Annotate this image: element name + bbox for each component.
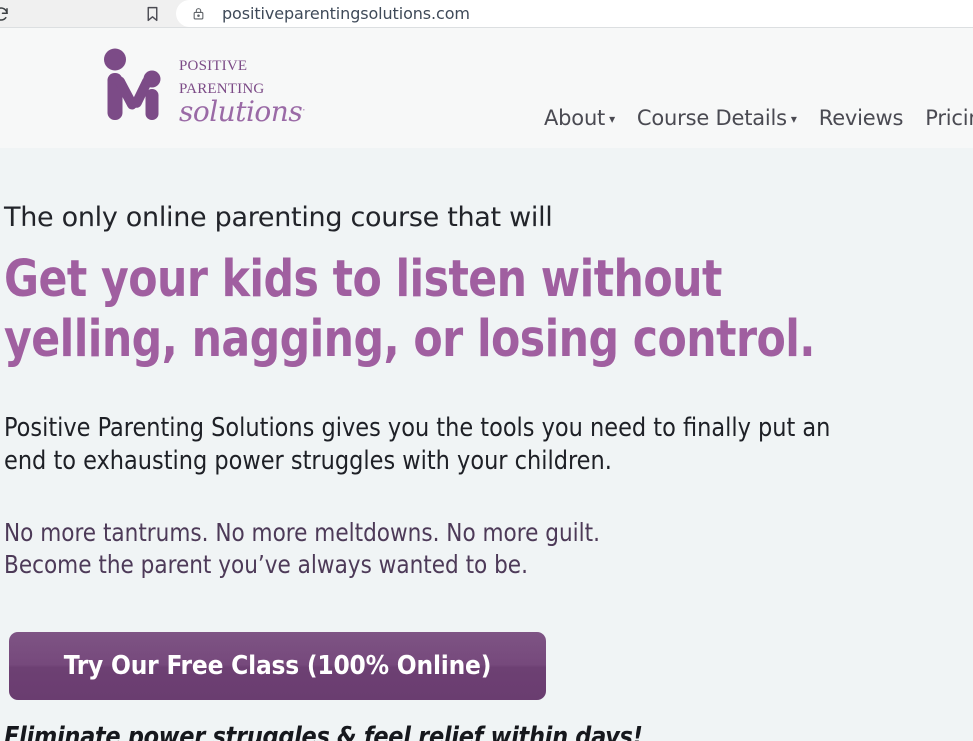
address-bar[interactable]: positiveparentingsolutions.com — [176, 0, 973, 27]
site-header: Positive Parenting solutions. About ▾ Co… — [0, 28, 973, 148]
cta-container: Try Our Free Class (100% Online) — [4, 631, 973, 700]
nav-label-reviews: Reviews — [818, 106, 904, 130]
browser-toolbar: positiveparentingsolutions.com — [0, 0, 973, 28]
nav-item-about[interactable]: About ▾ — [544, 106, 615, 130]
nav-item-pricing[interactable]: Pricing — [925, 106, 973, 130]
lock-icon — [190, 6, 206, 22]
reload-icon[interactable] — [0, 3, 10, 25]
bookmark-icon[interactable] — [144, 2, 161, 26]
nav-item-course-details[interactable]: Course Details ▾ — [637, 106, 797, 130]
main-navigation: About ▾ Course Details ▾ Reviews Pricing — [544, 106, 973, 130]
hero-sub-line-2: Become the parent you’ve always wanted t… — [4, 550, 528, 580]
nav-label-pricing: Pricing — [925, 106, 973, 130]
nav-item-reviews[interactable]: Reviews — [818, 106, 904, 130]
url-text: positiveparentingsolutions.com — [222, 4, 470, 23]
hero-sub-copy: No more tantrums. No more meltdowns. No … — [4, 517, 934, 582]
logo-trademark: . — [302, 102, 305, 114]
chevron-down-icon: ▾ — [790, 112, 797, 126]
chevron-down-icon: ▾ — [609, 112, 615, 126]
hero-sub-line-1: No more tantrums. No more meltdowns. No … — [4, 517, 600, 547]
logo-line-parenting: Parenting — [179, 73, 265, 98]
try-free-class-button[interactable]: Try Our Free Class (100% Online) — [9, 631, 546, 700]
nav-label-course-details: Course Details — [636, 106, 787, 130]
nav-label-about: About — [544, 106, 606, 130]
browser-left-icons — [0, 2, 158, 26]
site-logo[interactable]: Positive Parenting solutions. — [98, 47, 305, 131]
hero-body-copy: Positive Parenting Solutions gives you t… — [4, 413, 831, 477]
hero-section: The only online parenting course that wi… — [0, 148, 973, 741]
hero-eyebrow: The only online parenting course that wi… — [4, 202, 553, 233]
parent-child-logo-icon — [98, 47, 170, 131]
hero-headline: Get your kids to listen without yelling,… — [4, 249, 815, 369]
logo-wordmark: Positive Parenting solutions. — [179, 52, 305, 126]
hero-tagline: Eliminate power struggles & feel relief … — [4, 721, 643, 741]
logo-line-solutions: solutions. — [179, 95, 305, 128]
logo-line-positive: Positive — [179, 50, 248, 75]
